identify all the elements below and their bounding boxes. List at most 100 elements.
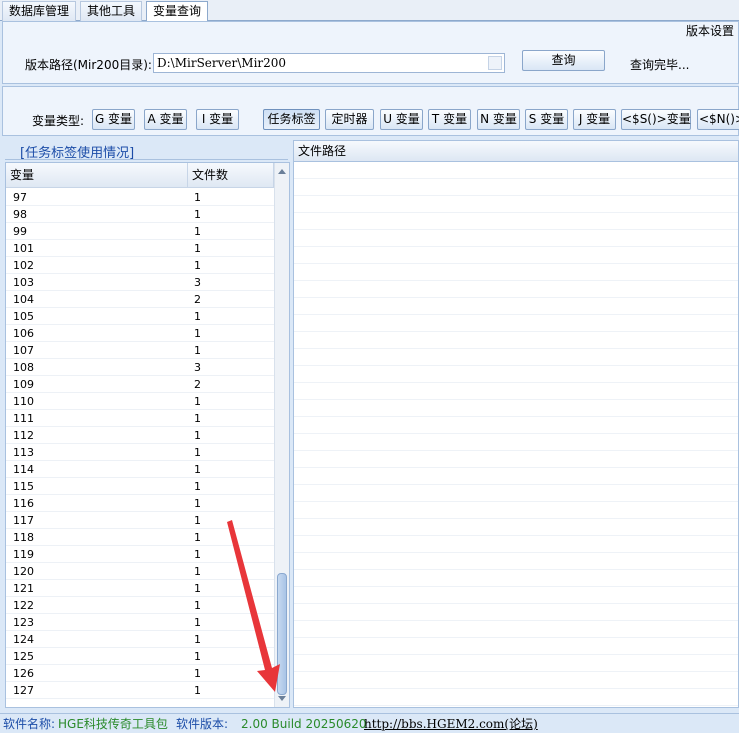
file-count-cell: 1	[194, 395, 201, 408]
table-row[interactable]: 106 1	[6, 325, 274, 342]
scroll-down-icon[interactable]	[278, 696, 286, 701]
variable-type-panel: 变量类型: G 变量 A 变量 I 变量 任务标签 定时器 U 变量 T 变量 …	[2, 86, 739, 136]
table-row[interactable]: 115 1	[6, 478, 274, 495]
table-row[interactable]: 101 1	[6, 240, 274, 257]
file-count-cell: 3	[194, 361, 201, 374]
table-row[interactable]: 102 1	[6, 257, 274, 274]
file-count-cell: 1	[194, 446, 201, 459]
u-variable-button[interactable]: U 变量	[380, 109, 423, 130]
variable-cell: 117	[13, 514, 34, 527]
table-row[interactable]: 99 1	[6, 223, 274, 240]
table-row[interactable]: 117 1	[6, 512, 274, 529]
software-version-label: 软件版本:	[176, 717, 229, 731]
file-count-cell: 1	[194, 429, 201, 442]
tab-database-management[interactable]: 数据库管理	[2, 1, 77, 21]
variable-cell: 124	[13, 633, 34, 646]
software-name-label: 软件名称:	[3, 717, 56, 731]
scroll-thumb[interactable]	[277, 573, 287, 695]
variable-cell: 102	[13, 259, 34, 272]
table-row[interactable]: 112 1	[6, 427, 274, 444]
table-row[interactable]: 103 3	[6, 274, 274, 291]
table-row[interactable]: 98 1	[6, 206, 274, 223]
variable-cell: 123	[13, 616, 34, 629]
task-tag-button[interactable]: 任务标签	[263, 109, 320, 130]
tab-bar: 数据库管理 其他工具 变量查询	[0, 0, 739, 22]
table-row[interactable]: 116 1	[6, 495, 274, 512]
i-variable-button[interactable]: I 变量	[196, 109, 239, 130]
forum-link[interactable]: http://bbs.HGEM2.com(论坛)	[364, 714, 538, 733]
table-row[interactable]: 124 1	[6, 631, 274, 648]
file-count-cell: 3	[194, 276, 201, 289]
table-row[interactable]: 121 1	[6, 580, 274, 597]
a-variable-button[interactable]: A 变量	[144, 109, 187, 130]
file-count-cell: 1	[194, 191, 201, 204]
software-name-value: HGE科技传奇工具包	[58, 717, 168, 731]
table-row[interactable]: 123 1	[6, 614, 274, 631]
table-row[interactable]: 107 1	[6, 342, 274, 359]
g-variable-button[interactable]: G 变量	[92, 109, 135, 130]
column-variable[interactable]: 变量	[6, 163, 188, 188]
table-row[interactable]: 104 2	[6, 291, 274, 308]
file-count-cell: 1	[194, 225, 201, 238]
tab-other-tools[interactable]: 其他工具	[80, 1, 143, 21]
list-title: [任务标签使用情况]	[20, 146, 135, 161]
table-row[interactable]: 109 2	[6, 376, 274, 393]
variable-cell: 113	[13, 446, 34, 459]
s-func-variable-button[interactable]: <$S()>变量	[621, 109, 691, 130]
path-input[interactable]: D:\MirServer\Mir200	[153, 53, 505, 73]
table-row[interactable]: 122 1	[6, 597, 274, 614]
variable-cell: 125	[13, 650, 34, 663]
variable-cell: 119	[13, 548, 34, 561]
table-row[interactable]: 108 3	[6, 359, 274, 376]
variable-list[interactable]: 变量 文件数 97 1 98 1 99 1 101 1 102 1 103 3 104 2 105 1 106 1…	[5, 162, 290, 708]
variable-cell: 97	[13, 191, 27, 204]
timer-button[interactable]: 定时器	[325, 109, 374, 130]
table-row[interactable]: 113 1	[6, 444, 274, 461]
s-variable-button[interactable]: S 变量	[525, 109, 568, 130]
list-scrollbar[interactable]	[274, 163, 289, 707]
t-variable-button[interactable]: T 变量	[428, 109, 471, 130]
table-row[interactable]: 111 1	[6, 410, 274, 427]
file-count-cell: 1	[194, 633, 201, 646]
table-row[interactable]: 97 1	[6, 189, 274, 206]
table-row[interactable]: 118 1	[6, 529, 274, 546]
variable-type-label: 变量类型:	[32, 114, 85, 128]
file-count-cell: 1	[194, 480, 201, 493]
variable-cell: 106	[13, 327, 34, 340]
n-func-variable-button[interactable]: <$N()>	[697, 109, 739, 130]
table-row[interactable]: 125 1	[6, 648, 274, 665]
query-button[interactable]: 查询	[522, 50, 605, 71]
file-count-cell: 1	[194, 242, 201, 255]
file-count-cell: 1	[194, 616, 201, 629]
path-browse-icon[interactable]	[488, 56, 502, 70]
variable-cell: 126	[13, 667, 34, 680]
file-count-cell: 1	[194, 412, 201, 425]
table-row[interactable]: 119 1	[6, 546, 274, 563]
variable-cell: 112	[13, 429, 34, 442]
variable-cell: 122	[13, 599, 34, 612]
file-count-cell: 1	[194, 650, 201, 663]
file-count-cell: 2	[194, 293, 201, 306]
file-count-cell: 2	[194, 378, 201, 391]
j-variable-button[interactable]: J 变量	[573, 109, 616, 130]
path-input-value: D:\MirServer\Mir200	[157, 56, 287, 70]
column-file-count[interactable]: 文件数	[188, 163, 274, 188]
table-row[interactable]: 126 1	[6, 665, 274, 682]
file-path-header[interactable]: 文件路径	[293, 140, 739, 162]
table-row[interactable]: 105 1	[6, 308, 274, 325]
table-row[interactable]: 110 1	[6, 393, 274, 410]
variable-cell: 114	[13, 463, 34, 476]
variable-cell: 110	[13, 395, 34, 408]
table-row[interactable]: 120 1	[6, 563, 274, 580]
software-version-value: 2.00 Build 20250620	[241, 717, 367, 731]
file-path-list[interactable]	[293, 162, 739, 708]
variable-cell: 127	[13, 684, 34, 697]
table-row[interactable]: 127 1	[6, 682, 274, 699]
variable-cell: 109	[13, 378, 34, 391]
query-status: 查询完毕...	[630, 58, 690, 72]
scroll-up-icon[interactable]	[278, 169, 286, 174]
table-row[interactable]: 114 1	[6, 461, 274, 478]
version-settings-link[interactable]: 版本设置	[686, 22, 734, 39]
tab-variable-query[interactable]: 变量查询	[146, 1, 209, 22]
n-variable-button[interactable]: N 变量	[477, 109, 520, 130]
